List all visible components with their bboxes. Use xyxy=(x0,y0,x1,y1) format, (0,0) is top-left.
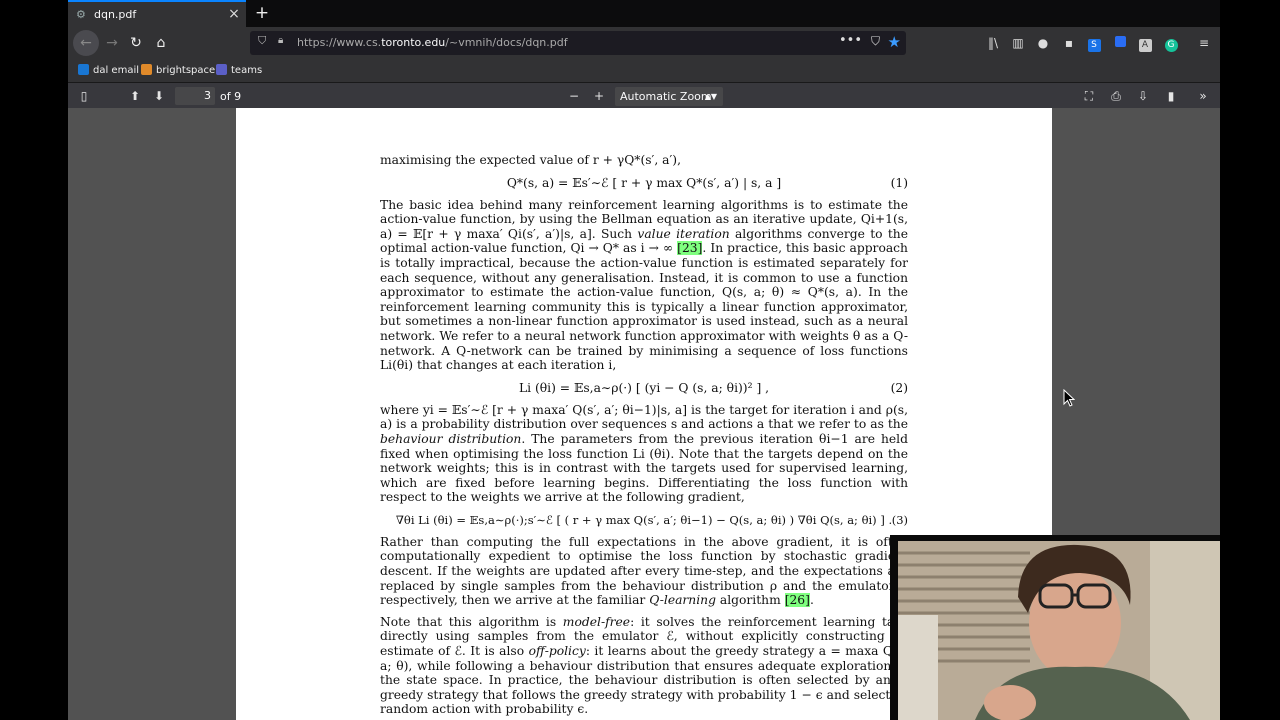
previous-page-button[interactable]: ⬆ xyxy=(126,87,144,105)
page-actions-icon[interactable]: ••• xyxy=(839,33,862,48)
brightspace-icon xyxy=(141,64,152,75)
print-button[interactable]: ⎙ xyxy=(1107,87,1125,105)
pdf-toolbar: ▯ ⬆ ⬇ 3 of 9 − + Automatic Zoom ▲▼ ⛶ ⎙ ⇩ … xyxy=(68,83,1220,110)
shield-icon[interactable]: ⛉ xyxy=(258,34,266,48)
bookmark-dal-email[interactable]: dal email xyxy=(78,64,139,76)
tab-title: dqn.pdf xyxy=(94,8,137,21)
paragraph-model-free: Note that this algorithm is model-free: … xyxy=(380,614,908,717)
paragraph-bellman: The basic idea behind many reinforcement… xyxy=(380,197,908,373)
equation-3: ∇θi Li (θi) = 𝔼s,a∼ρ(·);s′∼ℰ [ ( r + γ m… xyxy=(395,512,908,527)
equation-2: Li (θi) = 𝔼s,a∼ρ(·) [ (yi − Q (s, a; θi)… xyxy=(518,380,908,395)
page-content: maximising the expected value of r + γQ*… xyxy=(380,153,908,717)
presentation-mode-button[interactable]: ⛶ xyxy=(1080,87,1098,105)
dropdown-arrow-icon: ▲▼ xyxy=(704,92,717,101)
equation-1: Q*(s, a) = 𝔼s′∼ℰ [ r + γ max Q*(s′, a′) … xyxy=(506,175,908,190)
bookmark-teams[interactable]: teams xyxy=(216,64,262,76)
tab-bar: ⚙ dqn.pdf × + xyxy=(68,0,1220,27)
pdf-favicon-icon: ⚙ xyxy=(76,7,86,21)
page-number-input[interactable]: 3 xyxy=(175,87,215,105)
zoom-in-button[interactable]: + xyxy=(590,87,608,105)
new-tab-button[interactable]: + xyxy=(252,3,272,23)
account-icon[interactable]: ● xyxy=(1034,34,1052,52)
extension-badge-icon[interactable] xyxy=(1111,34,1129,52)
zoom-select[interactable]: Automatic Zoom ▲▼ xyxy=(615,87,723,106)
zoom-out-button[interactable]: − xyxy=(565,87,583,105)
sidebar-toggle-icon[interactable]: ▥ xyxy=(1009,34,1027,52)
navigation-bar: ← → ↻ ⌂ ⛉ 🔒︎ https://www.cs.toronto.edu/… xyxy=(68,27,1220,58)
url-text[interactable]: https://www.cs.toronto.edu/~vmnih/docs/d… xyxy=(297,36,568,49)
library-icon[interactable]: ‖\ xyxy=(984,34,1002,52)
tab-dqn-pdf[interactable]: ⚙ dqn.pdf × xyxy=(68,0,246,27)
bookmark-star-icon[interactable]: ★ xyxy=(888,33,901,51)
extension-a-icon[interactable]: A xyxy=(1136,34,1154,52)
next-page-button[interactable]: ⬇ xyxy=(150,87,168,105)
citation-26[interactable]: [26] xyxy=(784,593,810,608)
menu-icon[interactable]: ≡ xyxy=(1195,34,1213,52)
save-button[interactable]: ⇩ xyxy=(1134,87,1152,105)
lock-icon[interactable]: 🔒︎ xyxy=(278,35,283,46)
pocket-icon[interactable]: ⛉ xyxy=(871,34,880,49)
grammarly-icon[interactable]: G xyxy=(1162,34,1180,52)
intro-line: maximising the expected value of r + γQ*… xyxy=(380,153,681,167)
webcam-overlay xyxy=(890,535,1220,720)
paragraph-sgd: Rather than computing the full expectati… xyxy=(380,534,908,608)
teams-icon xyxy=(216,64,227,75)
sidebar-toggle-button[interactable]: ▯ xyxy=(75,87,93,105)
reload-button[interactable]: ↻ xyxy=(125,33,147,53)
tools-menu-button[interactable]: » xyxy=(1194,87,1212,105)
forward-button[interactable]: → xyxy=(101,33,123,53)
page-count: of 9 xyxy=(220,90,242,103)
url-bar[interactable]: ⛉ 🔒︎ https://www.cs.toronto.edu/~vmnih/d… xyxy=(250,31,906,55)
mouse-cursor-icon xyxy=(1063,388,1076,411)
extension-dark-icon[interactable]: ▪ xyxy=(1060,34,1078,52)
bookmark-brightspace[interactable]: brightspace xyxy=(141,64,215,76)
extension-s-icon[interactable]: S xyxy=(1085,34,1103,52)
bookmarks-bar: dal email brightspace teams xyxy=(68,58,1220,83)
close-tab-icon[interactable]: × xyxy=(226,6,242,22)
bookmark-view-button[interactable]: ▮ xyxy=(1162,87,1180,105)
home-button[interactable]: ⌂ xyxy=(150,33,172,53)
citation-23[interactable]: [23] xyxy=(677,241,703,256)
back-button[interactable]: ← xyxy=(73,30,99,56)
outlook-icon xyxy=(78,64,89,75)
paragraph-loss: where yi = 𝔼s′∼ℰ [r + γ maxa′ Q(s′, a′; … xyxy=(380,402,908,505)
